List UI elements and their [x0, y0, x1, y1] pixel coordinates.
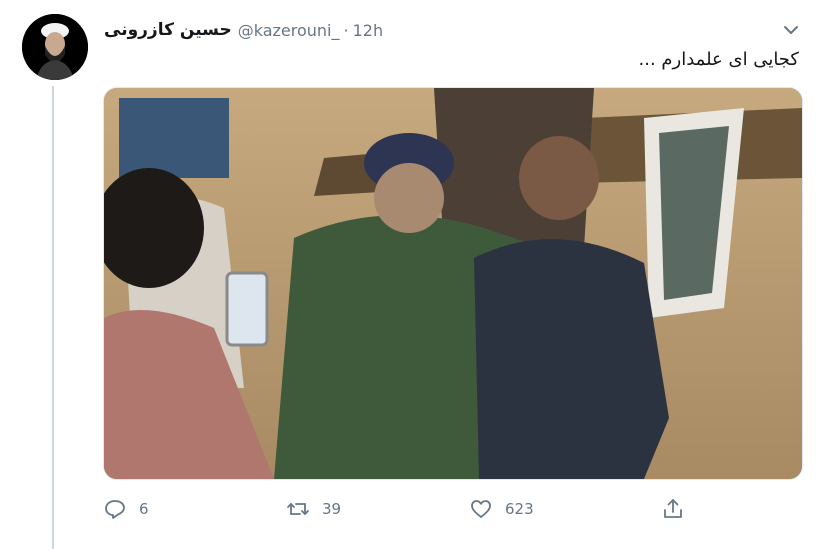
photo-image: [104, 88, 802, 479]
tweet-text: کجایی ای علمدارم ...: [638, 49, 800, 70]
like-count: 623: [505, 500, 534, 518]
heart-icon: [471, 500, 491, 518]
reply-count: 6: [139, 500, 149, 518]
thread-line: [52, 86, 54, 549]
tweet-media-photo[interactable]: [103, 87, 803, 480]
reply-icon: [105, 500, 125, 519]
header-separator: ·: [343, 20, 349, 40]
display-name[interactable]: حسین کازرونی: [104, 20, 232, 40]
share-button[interactable]: [661, 494, 685, 524]
retweet-icon: [287, 502, 309, 516]
share-icon: [664, 499, 682, 518]
avatar-image: [22, 14, 88, 80]
timestamp[interactable]: 12h: [353, 21, 384, 40]
avatar[interactable]: [22, 14, 88, 80]
tweet-actions: 6 39 623: [103, 494, 703, 524]
reply-button[interactable]: 6: [103, 494, 149, 524]
chevron-down-icon[interactable]: [780, 19, 802, 41]
retweet-count: 39: [322, 500, 342, 518]
tweet-header: حسین کازرونی @kazerouni_ · 12h: [104, 18, 383, 42]
retweet-button[interactable]: 39: [286, 494, 341, 524]
like-button[interactable]: 623: [469, 494, 534, 524]
user-handle[interactable]: @kazerouni_: [238, 21, 340, 40]
